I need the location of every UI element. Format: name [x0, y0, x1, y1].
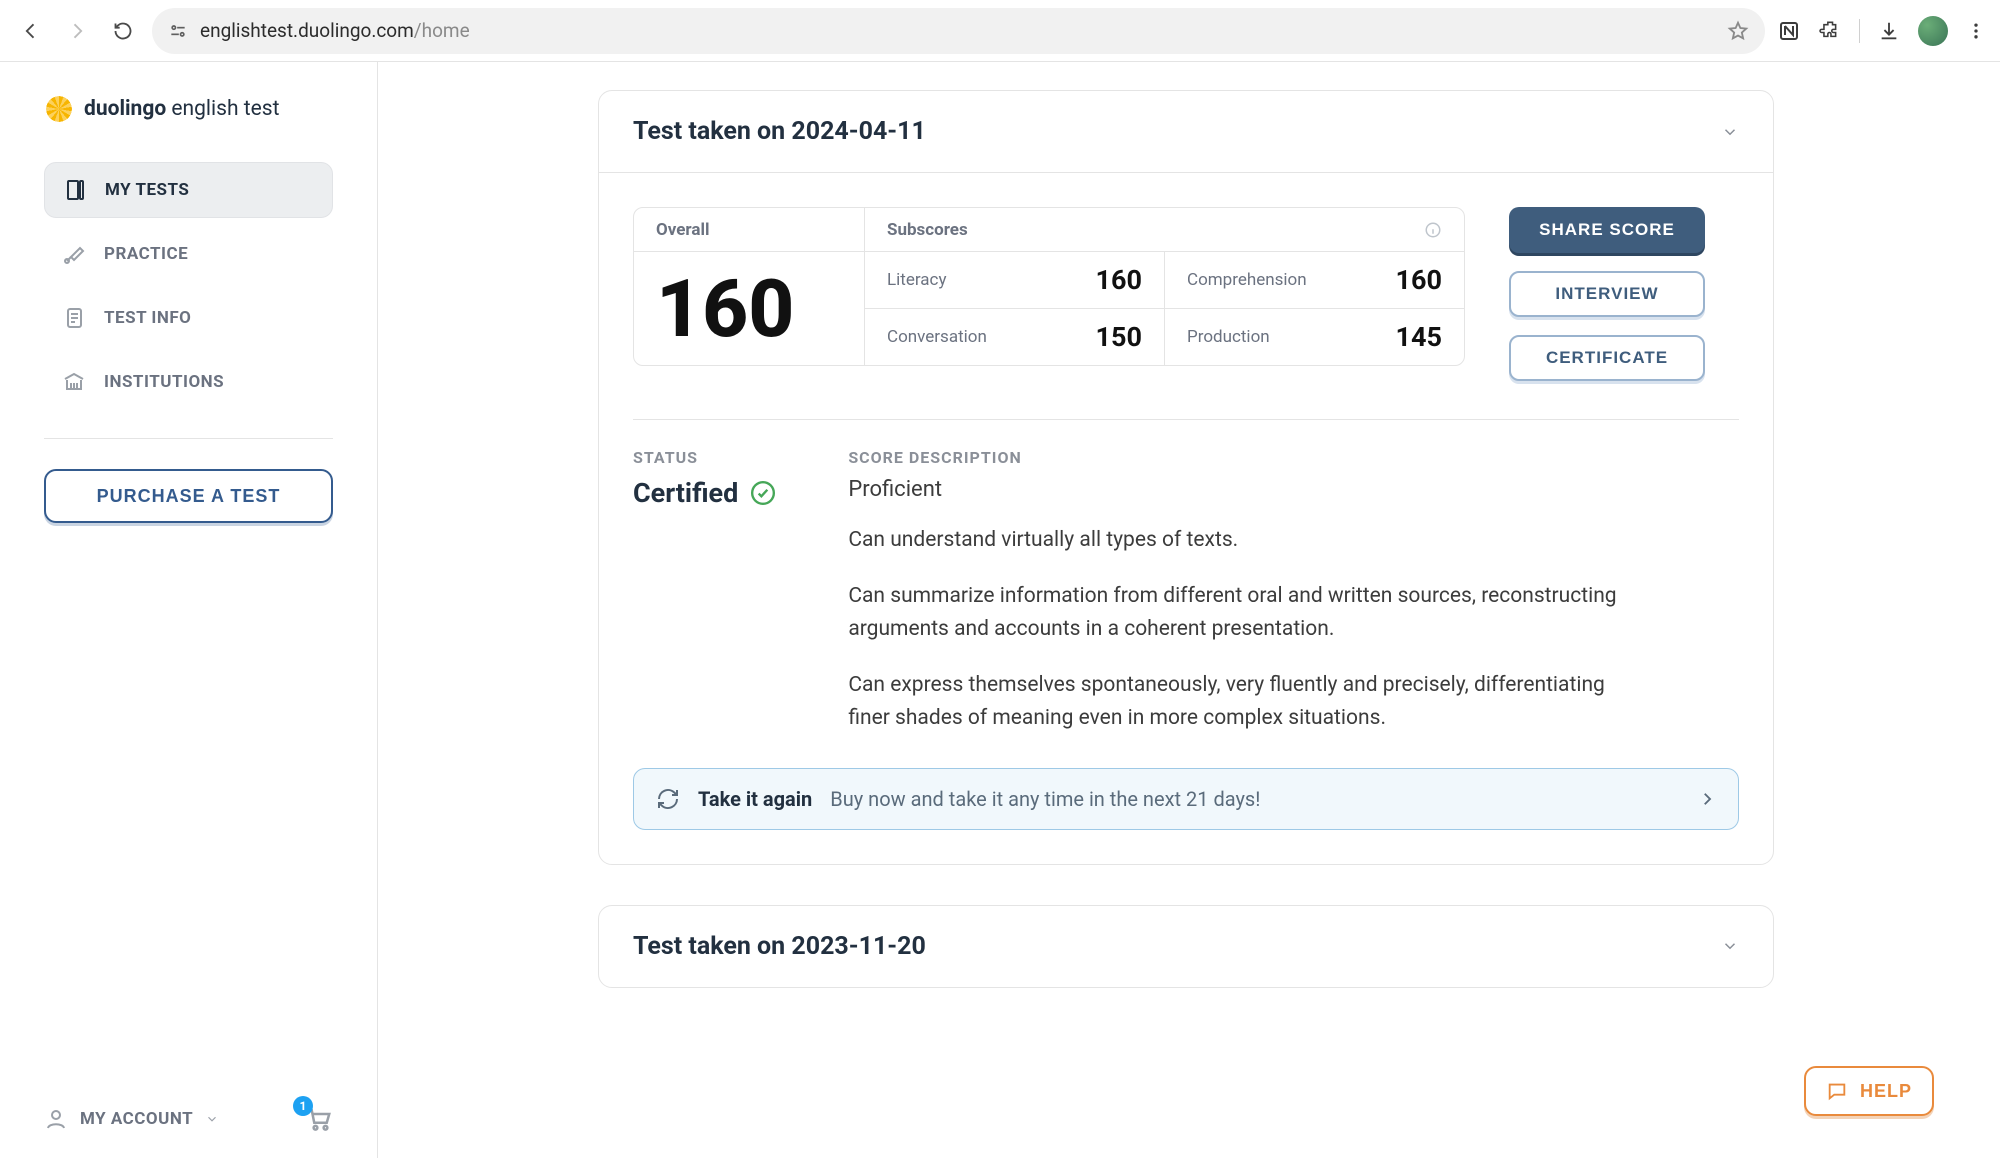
browser-toolbar: englishtest.duolingo.com/home — [0, 0, 2000, 62]
score-table: Overall Subscores 160 Literacy — [633, 207, 1465, 366]
sidebar-item-label: PRACTICE — [104, 244, 188, 264]
browser-back-button[interactable] — [14, 14, 48, 48]
subscore-value: 145 — [1396, 321, 1442, 353]
cart-count-badge: 1 — [293, 1096, 313, 1116]
site-settings-icon[interactable] — [168, 21, 188, 41]
status-value: Certified — [633, 477, 738, 509]
purchase-test-button[interactable]: PURCHASE A TEST — [44, 469, 333, 523]
account-label: MY ACCOUNT — [80, 1109, 193, 1129]
sidebar-item-label: TEST INFO — [104, 308, 191, 328]
take-again-subtitle: Buy now and take it any time in the next… — [830, 787, 1260, 811]
browser-reload-button[interactable] — [106, 14, 140, 48]
share-score-button[interactable]: SHARE SCORE — [1509, 207, 1705, 253]
browser-url-text: englishtest.duolingo.com/home — [200, 19, 1715, 42]
test-header-title: Test taken on 2024-04-11 — [633, 117, 926, 146]
help-button[interactable]: HELP — [1804, 1066, 1934, 1116]
description-column: SCORE DESCRIPTION Proficient Can underst… — [848, 448, 1638, 758]
tests-icon — [63, 178, 87, 202]
browser-menu-icon[interactable] — [1966, 21, 1986, 41]
sidebar-item-institutions[interactable]: INSTITUTIONS — [44, 354, 333, 410]
test-card-header[interactable]: Test taken on 2023-11-20 — [599, 906, 1773, 987]
practice-icon — [62, 242, 86, 266]
interview-button[interactable]: INTERVIEW — [1509, 271, 1705, 317]
test-result-card: Test taken on 2023-11-20 — [598, 905, 1774, 988]
sidebar-item-label: MY TESTS — [105, 180, 189, 200]
score-actions: SHARE SCORE INTERVIEW CERTIFICATE — [1509, 207, 1705, 381]
refresh-icon — [656, 787, 680, 811]
sidebar-item-label: INSTITUTIONS — [104, 372, 224, 392]
certificate-button[interactable]: CERTIFICATE — [1509, 335, 1705, 381]
info-icon[interactable] — [1424, 221, 1442, 239]
chat-icon — [1826, 1080, 1848, 1102]
sidebar-item-practice[interactable]: PRACTICE — [44, 226, 333, 282]
subscores-header: Subscores — [864, 208, 1464, 252]
brand-logo[interactable]: duolingo english test — [44, 94, 333, 124]
status-column: STATUS Certified — [633, 448, 776, 758]
overall-header: Overall — [634, 208, 864, 252]
description-paragraph: Can understand virtually all types of te… — [848, 524, 1638, 558]
description-label: SCORE DESCRIPTION — [848, 448, 1638, 467]
test-header-title: Test taken on 2023-11-20 — [633, 932, 926, 961]
downloads-icon[interactable] — [1878, 20, 1900, 42]
subscore-label: Literacy — [887, 270, 946, 290]
subscore-value: 160 — [1096, 264, 1142, 296]
my-account-menu[interactable]: MY ACCOUNT — [44, 1107, 219, 1131]
subscore-label: Production — [1187, 327, 1270, 347]
user-icon — [44, 1107, 68, 1131]
profile-avatar[interactable] — [1918, 16, 1948, 46]
cart-button[interactable]: 1 — [303, 1104, 333, 1134]
sidebar-item-my-tests[interactable]: MY TESTS — [44, 162, 333, 218]
description-level: Proficient — [848, 477, 1638, 502]
take-again-title: Take it again — [698, 787, 812, 811]
institution-icon — [62, 370, 86, 394]
sidebar-divider — [44, 438, 333, 439]
sidebar-item-test-info[interactable]: TEST INFO — [44, 290, 333, 346]
subscore-label: Comprehension — [1187, 270, 1307, 290]
browser-url-bar[interactable]: englishtest.duolingo.com/home — [152, 8, 1765, 54]
notion-extension-icon[interactable] — [1777, 19, 1801, 43]
overall-score-value: 160 — [634, 252, 864, 365]
toolbar-divider — [1859, 19, 1860, 43]
subscore-value: 150 — [1096, 321, 1142, 353]
bookmark-star-icon[interactable] — [1727, 20, 1749, 42]
sidebar: duolingo english test MY TESTS PRACTICE … — [0, 62, 378, 1158]
subscore-label: Conversation — [887, 327, 987, 347]
subscore-row: Conversation 150 — [864, 309, 1164, 365]
sidebar-nav: MY TESTS PRACTICE TEST INFO INSTITUTIONS — [44, 162, 333, 410]
test-result-card: Test taken on 2024-04-11 Overall Subscor… — [598, 90, 1774, 865]
subscore-row: Comprehension 160 — [1164, 252, 1464, 309]
subscore-row: Literacy 160 — [864, 252, 1164, 309]
chevron-down-icon — [205, 1112, 219, 1126]
document-icon — [62, 306, 86, 330]
chevron-down-icon — [1721, 123, 1739, 141]
duolingo-badge-icon — [44, 94, 74, 124]
extensions-icon[interactable] — [1819, 20, 1841, 42]
help-label: HELP — [1860, 1081, 1912, 1102]
check-circle-icon — [750, 480, 776, 506]
chevron-down-icon — [1721, 937, 1739, 955]
test-card-header[interactable]: Test taken on 2024-04-11 — [599, 91, 1773, 173]
description-paragraph: Can summarize information from different… — [848, 580, 1638, 647]
chevron-right-icon — [1698, 790, 1716, 808]
description-paragraph: Can express themselves spontaneously, ve… — [848, 669, 1638, 736]
subscore-row: Production 145 — [1164, 309, 1464, 365]
subscore-value: 160 — [1396, 264, 1442, 296]
section-divider — [633, 419, 1739, 420]
browser-forward-button[interactable] — [60, 14, 94, 48]
brand-text: duolingo english test — [84, 97, 279, 121]
main-content: Test taken on 2024-04-11 Overall Subscor… — [378, 62, 2000, 1158]
take-it-again-banner[interactable]: Take it again Buy now and take it any ti… — [633, 768, 1739, 830]
status-label: STATUS — [633, 448, 776, 467]
